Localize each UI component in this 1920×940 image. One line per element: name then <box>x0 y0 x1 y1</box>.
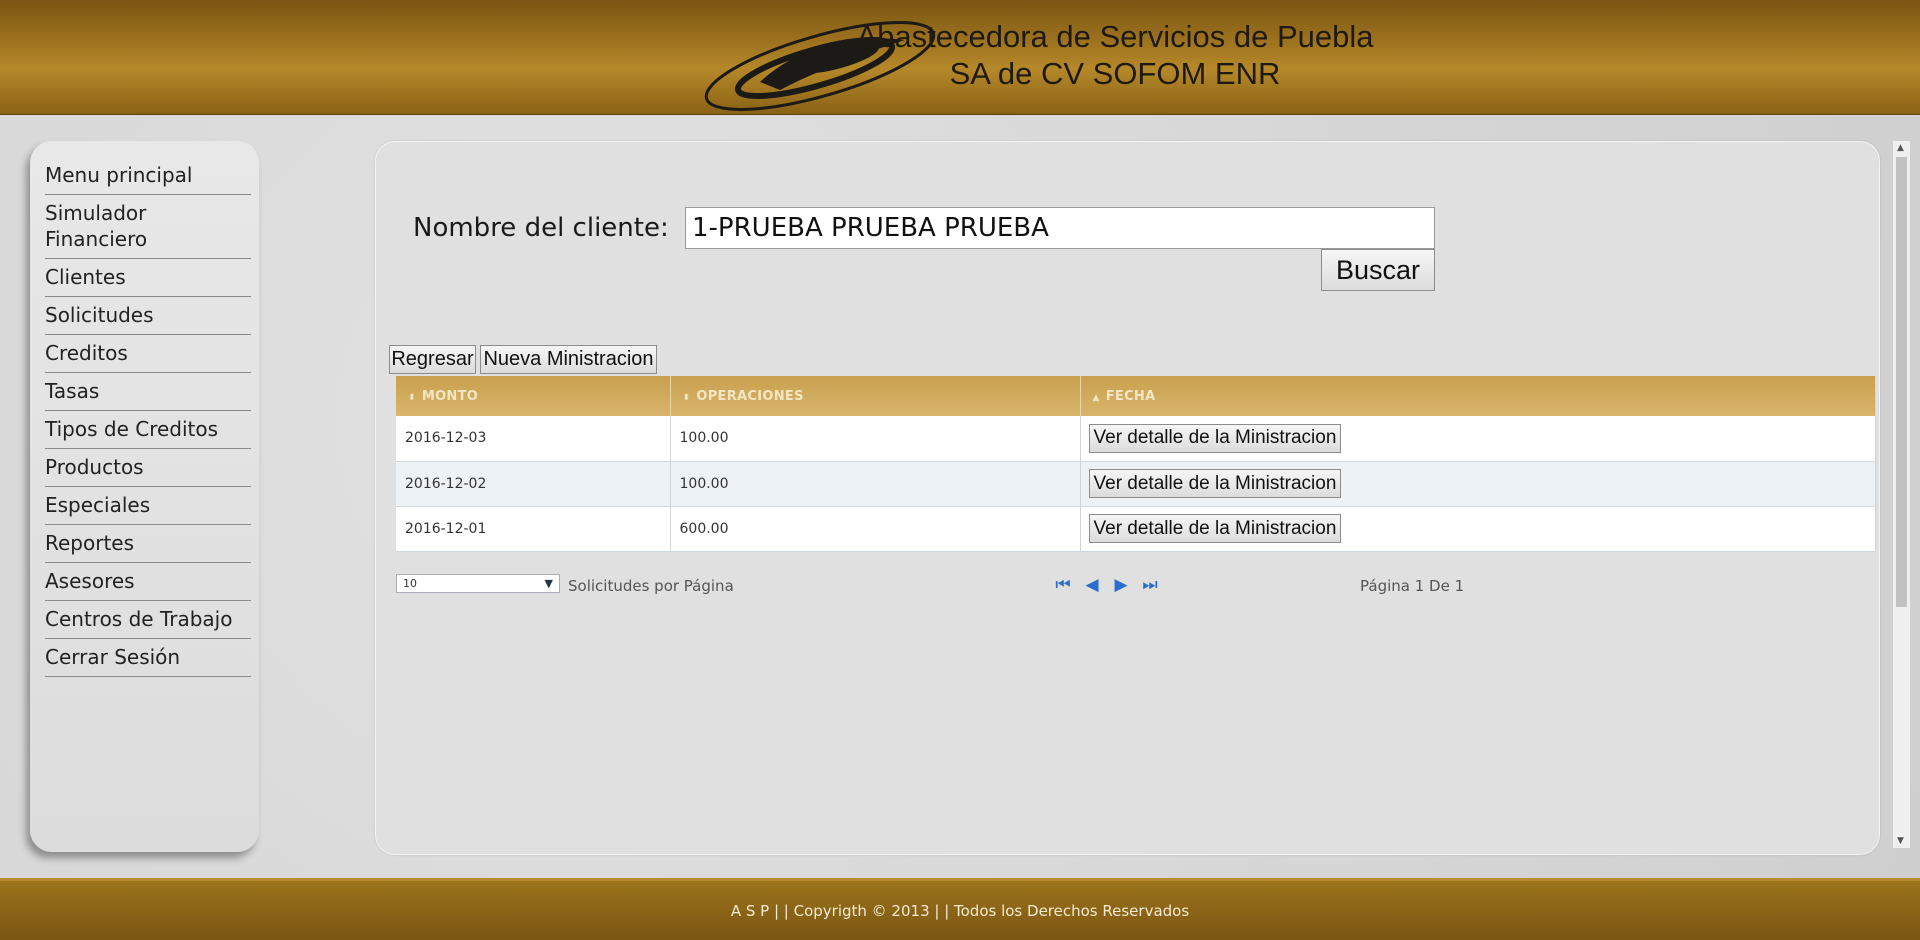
cell-monto: 2016-12-02 <box>396 461 671 507</box>
first-page-icon[interactable]: ⏮ <box>1053 575 1073 595</box>
new-ministracion-button[interactable]: Nueva Ministracion <box>480 345 657 374</box>
cell-fecha: Ver detalle de la Ministracion <box>1080 416 1876 462</box>
sidebar-item-menu-principal[interactable]: Menu principal <box>45 157 251 195</box>
back-button[interactable]: Regresar <box>389 345 476 374</box>
sidebar-item-productos[interactable]: Productos <box>45 449 251 487</box>
company-name-line1: Abastecedora de Servicios de Puebla <box>856 19 1374 54</box>
page-size-value: 10 <box>403 577 417 590</box>
sidebar-item-reportes[interactable]: Reportes <box>45 525 251 563</box>
page-size-label: Solicitudes por Página <box>568 577 734 595</box>
scroll-down-arrow-icon[interactable]: ▼ <box>1897 836 1904 846</box>
page-info: Página 1 De 1 <box>1360 577 1465 595</box>
column-header-operaciones[interactable]: ⬍ OPERACIONES <box>670 376 1081 416</box>
column-header-monto[interactable]: ⬍ MONTO <box>396 376 671 416</box>
sidebar-item-especiales[interactable]: Especiales <box>45 487 251 525</box>
column-header-label: FECHA <box>1105 388 1156 404</box>
cell-monto: 2016-12-01 <box>396 506 671 552</box>
column-header-fecha[interactable]: ▲ FECHA <box>1080 376 1876 416</box>
prev-page-icon[interactable]: ◀ <box>1082 575 1102 595</box>
cell-fecha: Ver detalle de la Ministracion <box>1080 506 1876 552</box>
pager-navigation: ⏮ ◀ ▶ ⏭ <box>1053 575 1160 595</box>
cell-operaciones: 100.00 <box>670 461 1081 507</box>
sidebar-menu: Menu principal Simulador Financiero Clie… <box>30 141 259 852</box>
page-header: Abastecedora de Servicios de Puebla SA d… <box>0 0 1920 115</box>
sidebar-item-solicitudes[interactable]: Solicitudes <box>45 297 251 335</box>
cell-operaciones: 600.00 <box>670 506 1081 552</box>
table-row: 2016-12-03 100.00 Ver detalle de la Mini… <box>396 416 1876 462</box>
footer-copyright: A S P | | Copyrigth © 2013 | | Todos los… <box>730 902 1190 920</box>
company-name-line2: SA de CV SOFOM ENR <box>949 56 1281 91</box>
table-row: 2016-12-01 600.00 Ver detalle de la Mini… <box>396 506 1876 552</box>
sidebar-item-asesores[interactable]: Asesores <box>45 563 251 601</box>
sort-both-icon: ⬍ <box>408 392 416 403</box>
page-size-select[interactable]: 10 ▼ <box>396 574 560 593</box>
view-detail-button[interactable]: Ver detalle de la Ministracion <box>1088 423 1342 453</box>
vertical-scrollbar[interactable]: ▲ ▼ <box>1893 141 1910 848</box>
column-header-label: OPERACIONES <box>696 388 804 404</box>
ministraciones-table: ⬍ MONTO ⬍ OPERACIONES ▲ FECHA 2016-12-03 10… <box>396 376 1876 552</box>
sidebar-item-tipos-de-creditos[interactable]: Tipos de Creditos <box>45 411 251 449</box>
cell-fecha: Ver detalle de la Ministracion <box>1080 461 1876 507</box>
sort-both-icon: ⬍ <box>682 392 691 403</box>
cell-monto: 2016-12-03 <box>396 416 671 462</box>
table-row: 2016-12-02 100.00 Ver detalle de la Mini… <box>396 461 1876 507</box>
last-page-icon[interactable]: ⏭ <box>1140 575 1160 595</box>
sidebar-item-simulador-financiero[interactable]: Simulador Financiero <box>45 195 251 259</box>
scroll-thumb[interactable] <box>1896 157 1907 607</box>
company-name: Abastecedora de Servicios de Puebla SA d… <box>800 18 1430 92</box>
client-name-label: Nombre del cliente: <box>413 213 669 243</box>
page-footer: A S P | | Copyrigth © 2013 | | Todos los… <box>0 878 1920 940</box>
column-header-label: MONTO <box>421 388 479 404</box>
sort-asc-icon: ▲ <box>1092 392 1100 403</box>
sidebar-item-centros-de-trabajo[interactable]: Centros de Trabajo <box>45 601 251 639</box>
search-button[interactable]: Buscar <box>1321 249 1435 291</box>
sidebar-item-creditos[interactable]: Creditos <box>45 335 251 373</box>
chevron-down-icon: ▼ <box>544 577 553 590</box>
next-page-icon[interactable]: ▶ <box>1111 575 1131 595</box>
cell-operaciones: 100.00 <box>670 416 1081 462</box>
sidebar-item-cerrar-sesion[interactable]: Cerrar Sesión <box>45 639 251 677</box>
sidebar-item-clientes[interactable]: Clientes <box>45 259 251 297</box>
table-header-row: ⬍ MONTO ⬍ OPERACIONES ▲ FECHA <box>396 376 1876 416</box>
view-detail-button[interactable]: Ver detalle de la Ministracion <box>1088 469 1342 498</box>
client-name-input[interactable] <box>685 207 1435 249</box>
scroll-up-arrow-icon[interactable]: ▲ <box>1897 143 1904 153</box>
view-detail-button[interactable]: Ver detalle de la Ministracion <box>1088 514 1342 543</box>
sidebar-item-tasas[interactable]: Tasas <box>45 373 251 411</box>
